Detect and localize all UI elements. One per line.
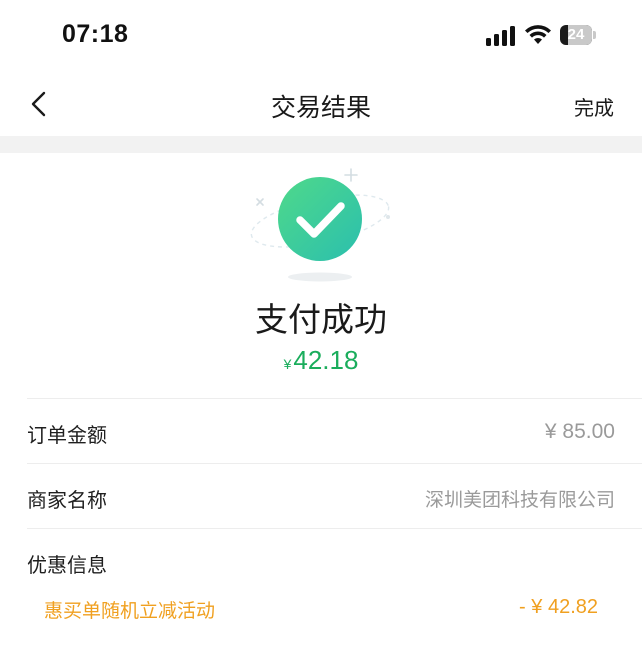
page-title: 交易结果 <box>270 93 371 122</box>
section-divider <box>0 136 642 153</box>
merchant-value: 深圳美团科技有限公司 <box>424 489 615 511</box>
discount-amount: - ¥ 42.82 <box>519 596 598 618</box>
paid-amount-value: 42.18 <box>293 345 359 375</box>
payment-result: 支付成功 ¥42.18 <box>0 153 642 398</box>
discount-section: 优惠信息 惠买单随机立减活动 - ¥ 42.82 <box>27 528 642 649</box>
discount-label: 优惠信息 <box>27 553 107 577</box>
discount-name: 惠买单随机立减活动 <box>44 600 216 622</box>
result-title: 支付成功 <box>255 300 387 339</box>
wifi-icon <box>525 25 551 44</box>
status-bar: 07:18 24 <box>0 0 642 72</box>
transaction-details: 订单金额 ¥ 85.00 商家名称 深圳美团科技有限公司 优惠信息 惠买单随机立… <box>0 398 642 649</box>
paid-currency: ¥ <box>283 356 292 372</box>
paid-amount: ¥42.18 <box>0 345 642 376</box>
order-amount-label: 订单金额 <box>27 423 107 447</box>
battery-body: 24 <box>560 25 592 45</box>
status-time: 07:18 <box>62 20 129 48</box>
battery-icon: 24 <box>560 25 596 45</box>
nav-bar: 交易结果 完成 <box>0 72 642 136</box>
done-button[interactable]: 完成 <box>574 92 614 121</box>
signal-icon <box>486 26 515 46</box>
merchant-row: 商家名称 深圳美团科技有限公司 <box>27 463 642 528</box>
success-check-icon <box>250 168 390 282</box>
battery-tip <box>593 31 596 39</box>
battery-level: 24 <box>567 26 585 43</box>
merchant-label: 商家名称 <box>27 488 107 512</box>
order-amount-value: ¥ 85.00 <box>544 420 615 443</box>
order-amount-row: 订单金额 ¥ 85.00 <box>27 398 642 463</box>
